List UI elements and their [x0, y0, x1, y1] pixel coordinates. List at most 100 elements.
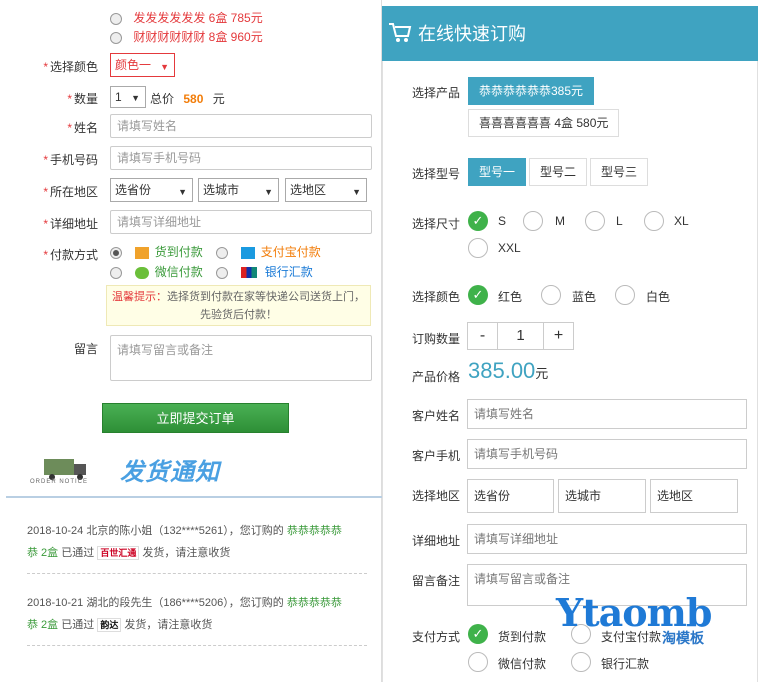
product-label: 选择产品	[412, 86, 461, 100]
quick-order-title: 在线快速订购	[418, 24, 526, 44]
price-value: 385.00	[468, 358, 536, 383]
total-price: 总价 580 元	[150, 92, 225, 106]
size-xl: XL	[674, 214, 689, 228]
color-label: * 选择颜色	[43, 60, 98, 74]
radio-circle-icon[interactable]	[615, 285, 635, 305]
product-option-2[interactable]: 喜喜喜喜喜喜 4盒 580元	[468, 109, 620, 137]
province-select[interactable]: 选省份	[467, 479, 554, 513]
model-option-2[interactable]: 型号二	[529, 158, 588, 186]
address-input[interactable]: 请填写详细地址	[110, 210, 372, 234]
district-select[interactable]: 选地区 ▼	[285, 178, 367, 202]
radio-circle-icon[interactable]	[541, 285, 561, 305]
radio-icon[interactable]	[110, 12, 122, 25]
radio-circle-icon[interactable]	[468, 238, 488, 258]
chevron-down-icon: ▼	[160, 62, 169, 72]
tip-prefix: 温馨提示：	[112, 291, 167, 303]
pay-bank-option[interactable]: 银行汇款	[216, 263, 313, 280]
cart-icon	[389, 23, 412, 42]
quick-order-header: 在线快速订购	[382, 6, 758, 61]
checkmark-icon[interactable]: ✓	[468, 285, 488, 305]
model-option-1[interactable]: 型号一	[468, 158, 527, 186]
courier-logo: 韵达	[97, 618, 122, 632]
pay-cod-label: 货到付款	[498, 630, 547, 644]
package-option-2[interactable]: 财财财财财财 8盒 960元	[110, 28, 263, 45]
province-select[interactable]: 选省份 ▼	[110, 178, 193, 202]
size-m: M	[555, 214, 565, 228]
unionpay-icon	[241, 267, 258, 279]
courier-logo: 百世汇通	[97, 546, 140, 560]
product-option-1[interactable]: 恭恭恭恭恭恭385元	[468, 77, 595, 105]
phone-label: * 手机号码	[43, 153, 98, 167]
qty-label: * 数量	[67, 92, 98, 106]
message-label: 留言备注	[412, 574, 461, 588]
radio-circle-icon[interactable]	[644, 211, 664, 231]
message-label: 留言	[73, 342, 98, 356]
address-label: * 详细地址	[43, 217, 98, 231]
order-notice-item: 2018-10-24 北京的陈小姐（132****5261），您订购的 恭恭恭恭…	[27, 525, 342, 560]
qty-input[interactable]: 1	[498, 323, 543, 349]
package-option-1[interactable]: 发发发发发发 6盒 785元	[110, 9, 263, 26]
region-label: * 所在地区	[43, 185, 98, 199]
radio-icon[interactable]	[110, 31, 122, 44]
notice-en-label: ORDER NOTICE	[30, 479, 89, 485]
color-select[interactable]: 颜色一 ▼	[110, 53, 175, 77]
color-blue: 蓝色	[572, 290, 597, 304]
price-display: 385.00元	[468, 358, 548, 384]
price-label: 产品价格	[412, 370, 461, 384]
radio-icon[interactable]	[216, 246, 228, 259]
chevron-down-icon: ▼	[352, 187, 361, 197]
radio-circle-icon[interactable]	[523, 211, 543, 231]
wechat-icon	[135, 266, 150, 279]
chevron-down-icon: ▼	[264, 187, 273, 197]
pay-cod-option[interactable]: 货到付款	[110, 243, 203, 260]
payment-label: * 付款方式	[43, 248, 98, 262]
size-l: L	[616, 214, 623, 228]
checkmark-icon[interactable]: ✓	[468, 211, 488, 231]
customer-name-input[interactable]: 请填写姓名	[467, 399, 747, 429]
watermark-sub: 淘模板	[662, 630, 704, 646]
customer-name-label: 客户姓名	[412, 409, 461, 423]
size-label: 选择尺寸	[412, 217, 461, 231]
qty-stepper: - 1 +	[467, 322, 574, 350]
qty-minus-button[interactable]: -	[468, 323, 498, 349]
notice-title: 发货通知	[120, 459, 220, 486]
radio-icon[interactable]	[110, 266, 122, 279]
qty-plus-button[interactable]: +	[543, 323, 573, 349]
payment-label: 支付方式	[412, 630, 461, 644]
pay-wechat-option[interactable]: 微信付款	[110, 263, 203, 280]
model-option-3[interactable]: 型号三	[590, 158, 649, 186]
order-notice-item: 2018-10-21 湖北的段先生（186****5206），您订购的 恭恭恭恭…	[27, 597, 342, 632]
radio-icon[interactable]	[216, 266, 228, 279]
message-textarea[interactable]: 请填写留言或备注	[110, 335, 372, 381]
radio-icon[interactable]	[110, 246, 122, 259]
dashed-divider	[27, 573, 367, 574]
alipay-icon	[241, 246, 256, 259]
city-select[interactable]: 选城市 ▼	[198, 178, 279, 202]
package-label: 财财财财财财 8盒 960元	[133, 30, 263, 44]
chevron-down-icon: ▼	[131, 93, 140, 103]
pay-alipay-option[interactable]: 支付宝付款	[216, 243, 321, 260]
submit-order-button[interactable]: 立即提交订单	[102, 403, 289, 433]
qty-select[interactable]: 1 ▼	[110, 86, 146, 108]
checkmark-icon[interactable]: ✓	[468, 624, 488, 644]
size-s: S	[498, 214, 507, 228]
pay-bank-label: 银行汇款	[601, 657, 650, 671]
pay-wechat-label: 微信付款	[498, 657, 547, 671]
radio-circle-icon[interactable]	[571, 652, 591, 672]
phone-input[interactable]: 请填写手机号码	[110, 146, 372, 170]
radio-circle-icon[interactable]	[468, 652, 488, 672]
total-value: 580	[183, 92, 204, 106]
district-select[interactable]: 选地区	[650, 479, 738, 513]
customer-phone-input[interactable]: 请填写手机号码	[467, 439, 747, 469]
tip-box: 温馨提示：选择货到付款在家等快递公司送货上门， 先验货后付款！	[106, 285, 371, 326]
price-unit: 元	[535, 366, 549, 381]
tip-line2: 先验货后付款！	[200, 309, 277, 321]
color-white: 白色	[646, 290, 671, 304]
package-label: 发发发发发发 6盒 785元	[133, 11, 263, 25]
name-input[interactable]: 请填写姓名	[110, 114, 372, 138]
address-input[interactable]: 请填写详细地址	[467, 524, 747, 554]
city-select[interactable]: 选城市	[558, 479, 646, 513]
color-label: 选择颜色	[412, 290, 461, 304]
model-label: 选择型号	[412, 167, 461, 181]
radio-circle-icon[interactable]	[585, 211, 605, 231]
